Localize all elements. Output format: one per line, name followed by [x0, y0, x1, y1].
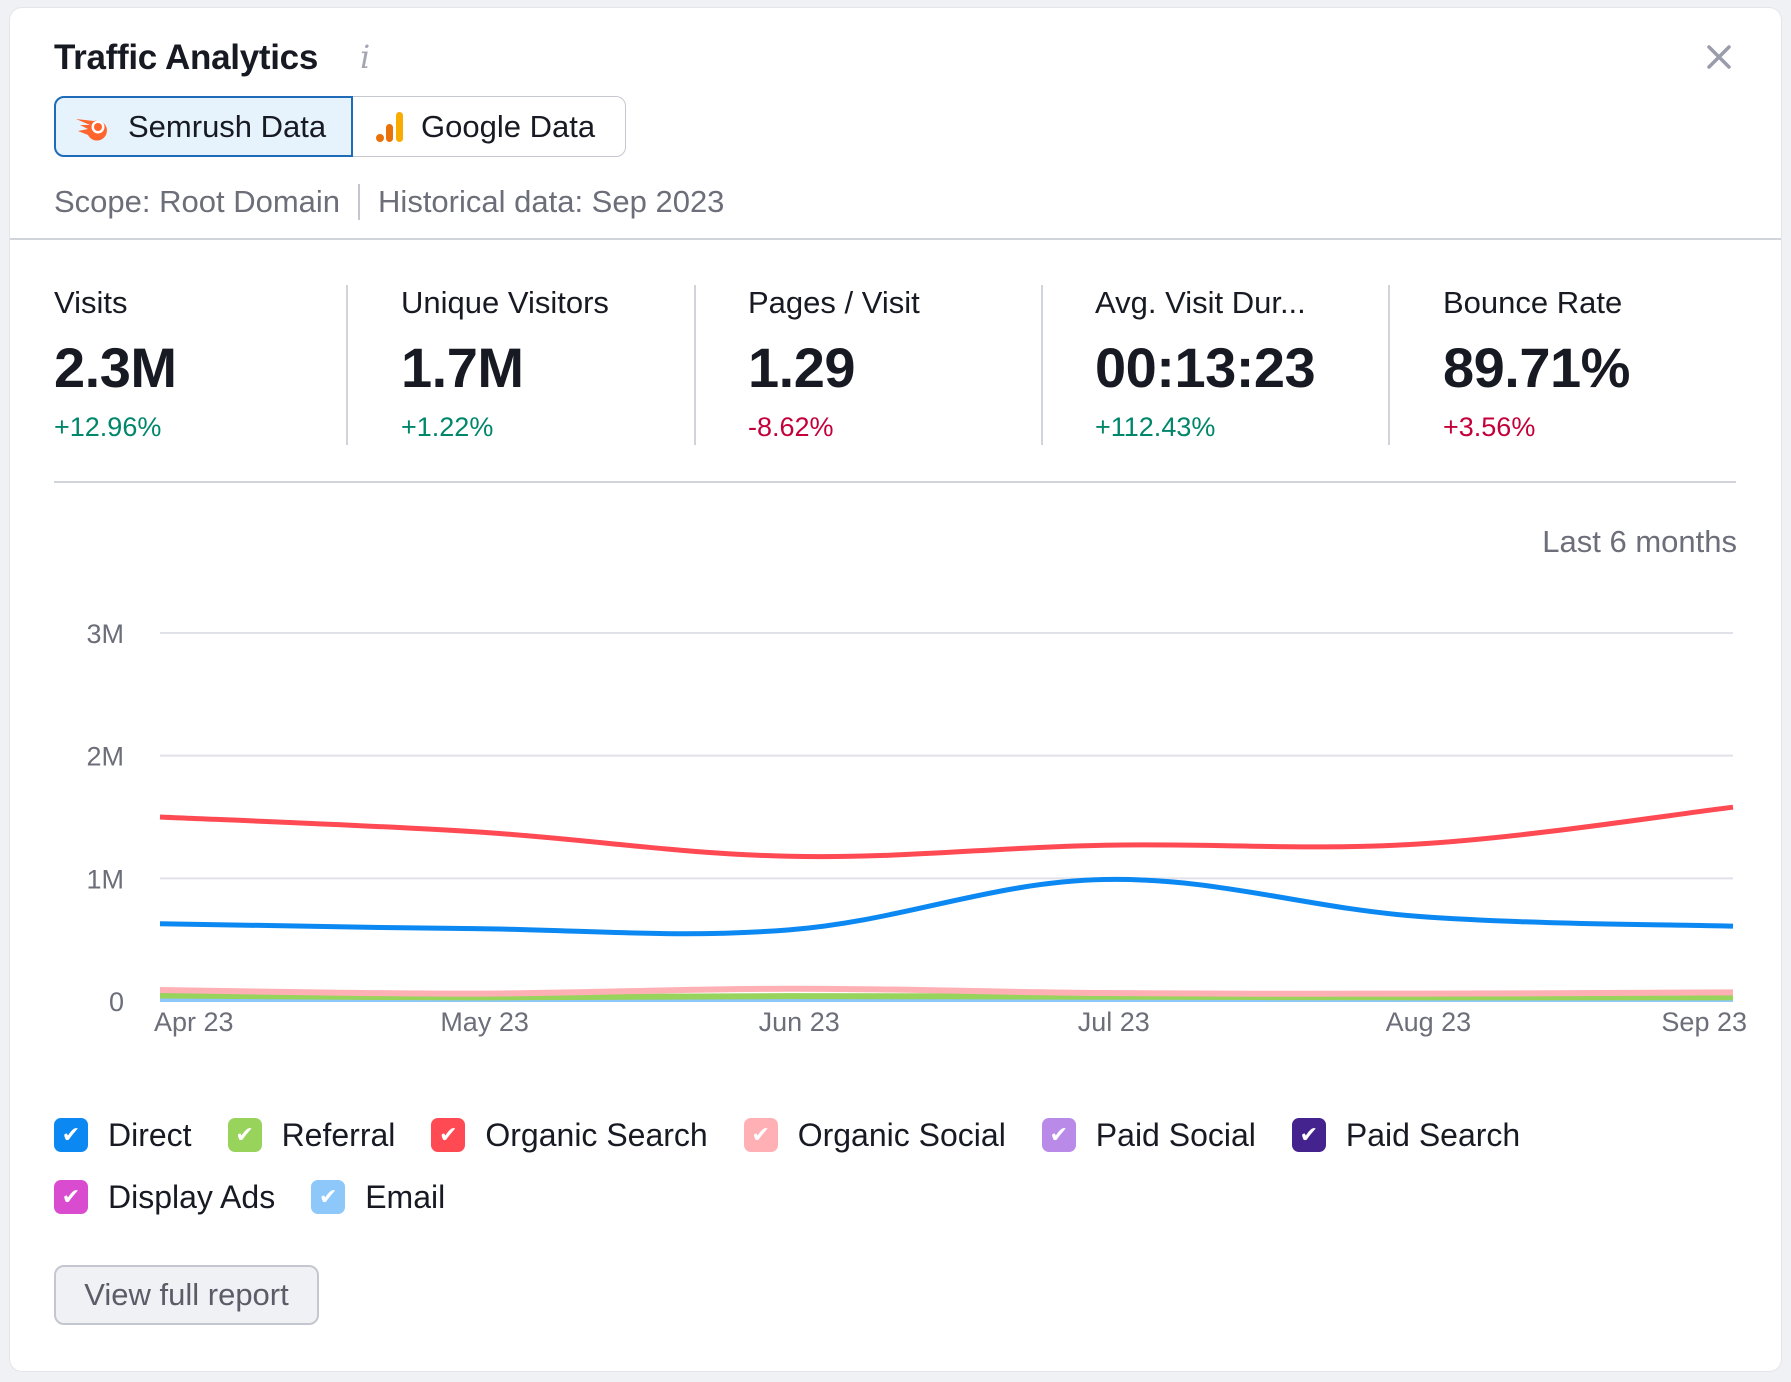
x-tick-label: Aug 23	[1386, 1007, 1472, 1037]
legend-row: ✔ Direct ✔ Referral ✔ Organic Search ✔ Organic …	[54, 1104, 1654, 1166]
legend-item-paid-social[interactable]: ✔ Paid Social	[1041, 1116, 1256, 1154]
series-line-organic-social	[159, 985, 1734, 997]
x-tick-label: Sep 23	[1661, 1007, 1747, 1037]
checkbox-checked-icon[interactable]: ✔	[311, 1180, 346, 1214]
checkbox-checked-icon[interactable]: ✔	[54, 1180, 88, 1214]
y-tick-label: 3M	[86, 619, 124, 649]
x-tick-label: May 23	[440, 1007, 529, 1037]
checkbox-checked-icon[interactable]: ✔	[431, 1118, 466, 1152]
series-line-direct	[159, 876, 1734, 937]
legend-label: Organic Search	[485, 1116, 708, 1153]
checkbox-checked-icon[interactable]: ✔	[1291, 1118, 1326, 1152]
legend-item-email[interactable]: ✔ Email	[311, 1179, 445, 1216]
checkbox-checked-icon[interactable]: ✔	[743, 1118, 778, 1152]
checkbox-checked-icon[interactable]: ✔	[227, 1118, 262, 1152]
checkbox-checked-icon[interactable]: ✔	[1041, 1118, 1076, 1152]
y-tick-label: 1M	[86, 864, 124, 894]
legend-item-organic-social[interactable]: ✔ Organic Social	[743, 1116, 1006, 1154]
legend-label: Paid Search	[1345, 1116, 1521, 1153]
x-tick-label: Apr 23	[154, 1007, 234, 1037]
view-full-report-button[interactable]: View full report	[54, 1265, 319, 1325]
x-tick-label: Jun 23	[759, 1007, 840, 1037]
legend-item-referral[interactable]: ✔ Referral	[227, 1116, 396, 1154]
traffic-analytics-widget: Traffic Analytics i Semrush Data Google …	[10, 8, 1781, 1371]
legend-row: ✔ Display Ads ✔ Email	[54, 1166, 1654, 1228]
legend-item-organic-search[interactable]: ✔ Organic Search	[431, 1116, 708, 1154]
legend-label: Organic Social	[797, 1116, 1006, 1153]
legend-label: Display Ads	[108, 1178, 276, 1215]
legend-item-direct[interactable]: ✔ Direct	[54, 1117, 192, 1154]
x-tick-label: Jul 23	[1078, 1007, 1150, 1037]
series-line-organic-search	[159, 804, 1734, 860]
legend-label: Referral	[281, 1116, 396, 1153]
legend-label: Direct	[108, 1116, 192, 1153]
legend-item-paid-search[interactable]: ✔ Paid Search	[1291, 1116, 1521, 1154]
traffic-line-chart: 0 1M 2M 3M Apr 23 May 23 Jun 23 Jul 23 Aug 23 Sep…	[86, 619, 1747, 1037]
legend-label: Paid Social	[1095, 1116, 1256, 1153]
legend-item-display-ads[interactable]: ✔ Display Ads	[54, 1179, 275, 1216]
y-tick-label: 2M	[86, 742, 124, 772]
chart-legend: ✔ Direct ✔ Referral ✔ Organic Search ✔ Organic …	[54, 1104, 1654, 1228]
legend-label: Email	[365, 1178, 446, 1215]
y-tick-label: 0	[109, 987, 124, 1017]
checkbox-checked-icon[interactable]: ✔	[54, 1118, 88, 1152]
